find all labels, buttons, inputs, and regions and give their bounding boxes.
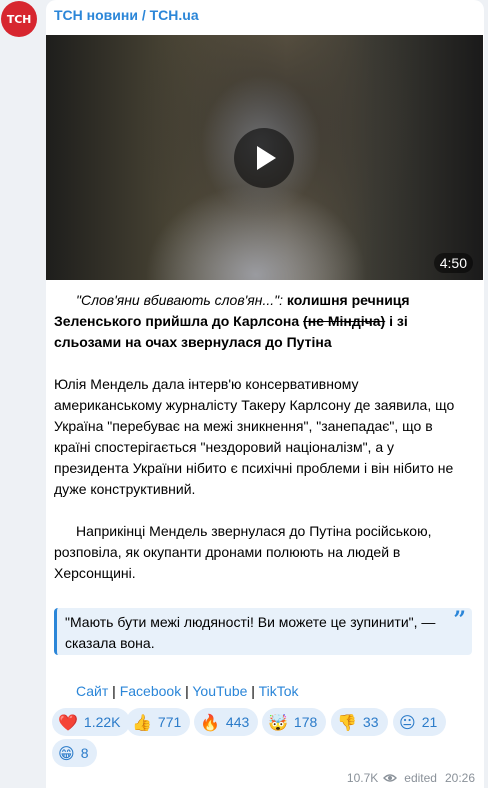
thumbs-down-icon: 👎 <box>337 712 357 732</box>
blockquote-text: "Мають бути межі людяності! Ви можете це… <box>65 614 436 651</box>
reaction-thumbs-up[interactable]: 👍 771 <box>126 708 191 736</box>
reaction-exploding-head[interactable]: 🤯 178 <box>262 708 327 736</box>
post-headline: "Слов'яни вбивають слов'ян...": колишня … <box>54 290 464 353</box>
message-time: 20:26 <box>444 771 475 785</box>
reaction-count: 1.22K <box>83 714 121 730</box>
reaction-fire[interactable]: 🔥 443 <box>194 708 259 736</box>
reaction-neutral-face[interactable]: 😐 21 <box>393 708 447 736</box>
reaction-count: 21 <box>421 714 438 730</box>
exploding-head-icon: 🤯 <box>268 712 288 732</box>
neutral-face-icon: 😐 <box>399 712 416 732</box>
play-button[interactable] <box>234 128 294 188</box>
grin-icon: 😁 <box>58 743 75 763</box>
fire-icon: 🔥 <box>200 712 220 732</box>
headline-quote: "Слов'яни вбивають слов'ян...": <box>76 292 284 308</box>
reaction-count: 178 <box>293 714 318 730</box>
link-facebook[interactable]: Facebook <box>120 683 181 699</box>
message-bubble: ТСН новини / TCH.ua 4:50 "Слов'яни вбива… <box>46 0 484 788</box>
reaction-count: 443 <box>225 714 250 730</box>
blockquote: "Мають бути межі людяності! Ви можете це… <box>54 608 472 655</box>
video-preview[interactable]: 4:50 <box>46 35 483 280</box>
heart-icon: ❤️ <box>58 712 78 732</box>
play-icon <box>257 146 276 170</box>
link-youtube[interactable]: YouTube <box>192 683 247 699</box>
reaction-heart[interactable]: ❤️ 1.22K <box>52 708 130 736</box>
quote-icon: ” <box>453 607 466 633</box>
post-paragraph-1: Юлія Мендель дала інтерв'ю консервативно… <box>54 376 455 497</box>
thumbs-up-icon: 👍 <box>132 712 152 732</box>
reaction-count: 33 <box>362 714 379 730</box>
message-meta: 10.7K edited 20:26 <box>347 771 475 785</box>
reaction-grin[interactable]: 😁 8 <box>52 739 98 767</box>
video-duration: 4:50 <box>433 253 473 273</box>
post-paragraph-2: Наприкінці Мендель звернулася до Путіна … <box>54 521 464 584</box>
reaction-count: 771 <box>157 714 182 730</box>
link-site[interactable]: Сайт <box>76 683 108 699</box>
avatar-text: ТСН <box>6 12 32 26</box>
channel-name[interactable]: ТСН новини / TCH.ua <box>54 7 199 23</box>
view-count: 10.7K <box>346 771 379 785</box>
paragraph-2-text: Наприкінці Мендель звернулася до Путіна … <box>54 523 432 581</box>
channel-avatar[interactable]: ТСН <box>1 1 37 37</box>
eye-icon <box>383 774 398 782</box>
link-tiktok[interactable]: TikTok <box>259 683 299 699</box>
headline-strikethrough: (не Міндіча) <box>303 313 386 329</box>
reaction-count: 8 <box>80 745 89 761</box>
social-links: Сайт | Facebook | YouTube | TikTok <box>76 683 299 699</box>
edited-label: edited <box>404 771 437 785</box>
reaction-thumbs-down[interactable]: 👎 33 <box>331 708 388 736</box>
